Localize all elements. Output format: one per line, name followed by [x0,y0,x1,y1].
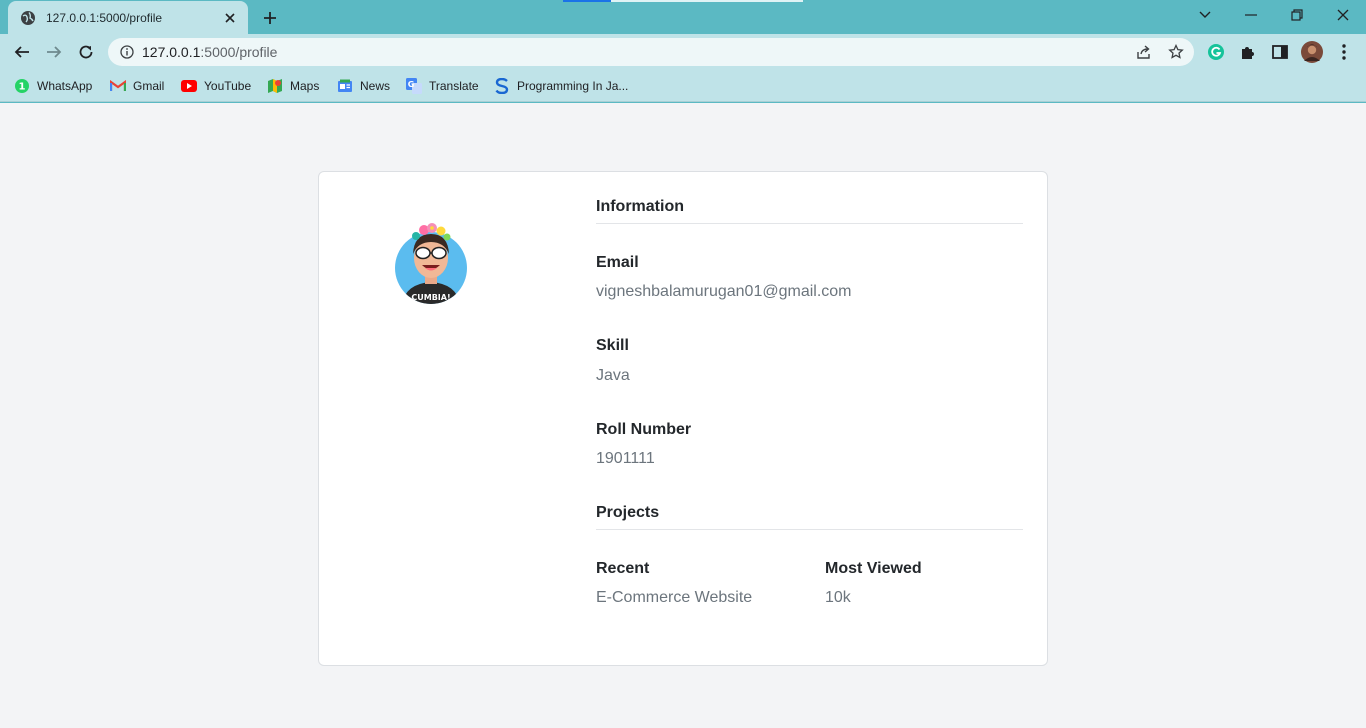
reload-icon [79,45,93,59]
site-info-icon[interactable] [120,45,134,59]
minimize-button[interactable] [1239,4,1263,26]
share-icon [1137,45,1150,59]
tab-strip: 127.0.0.1:5000/profile [0,0,1366,34]
plus-icon [264,12,276,24]
skill-label: Skill [596,337,629,354]
recent-value: E-Commerce Website [596,589,753,606]
side-panel-icon [1272,45,1288,59]
kebab-menu-icon [1342,44,1346,60]
star-icon [1168,44,1184,59]
bookmark-news[interactable]: News [337,76,390,96]
bookmark-programming[interactable]: Programming In Ja... [494,76,628,96]
email-value: vigneshbalamurugan01@gmail.com [596,283,852,300]
extensions-button[interactable] [1236,40,1260,64]
profile-card: CUMBIA! Information Email vigneshbalamur… [318,171,1048,666]
bookmark-gmail[interactable]: Gmail [110,76,164,96]
bookmark-star-button[interactable] [1164,40,1188,64]
most-viewed-value: 10k [825,589,851,606]
translate-icon: G [406,78,422,94]
puzzle-icon [1242,47,1254,59]
tab-search-button[interactable] [1193,4,1217,26]
bookmark-maps[interactable]: Maps [267,76,319,96]
browser-menu-button[interactable] [1332,40,1356,64]
information-divider [596,223,1023,224]
profile-picture-icon: CUMBIA! [395,223,467,304]
youtube-icon [181,78,197,94]
bookmark-whatsapp[interactable]: 1 WhatsApp [14,76,92,96]
whatsapp-icon: 1 [14,78,30,94]
back-button[interactable] [10,40,34,64]
forward-button[interactable] [42,40,66,64]
restore-button[interactable] [1285,4,1309,26]
browser-tab-active[interactable]: 127.0.0.1:5000/profile [8,1,248,34]
new-tab-button[interactable] [258,6,282,30]
bookmarks-bar: 1 WhatsApp Gmail YouTube Maps News G Tra… [0,70,1366,102]
close-icon[interactable] [222,10,238,26]
projects-heading: Projects [596,504,660,521]
side-panel-button[interactable] [1268,40,1292,64]
svg-text:G: G [408,80,415,89]
minimize-icon [1245,14,1257,16]
arrow-right-icon [47,46,62,58]
roll-number-value: 1901111 [596,450,655,467]
avatar [1301,41,1323,63]
grammarly-extension-button[interactable] [1204,40,1228,64]
close-icon [1337,9,1349,21]
bookmark-translate[interactable]: G Translate [406,76,479,96]
restore-icon [1291,9,1303,21]
avatar: CUMBIA! [394,220,468,306]
information-heading: Information [596,198,684,215]
svg-text:CUMBIA!: CUMBIA! [411,293,450,302]
gmail-icon [110,78,126,94]
share-button[interactable] [1132,40,1156,64]
tab-title: 127.0.0.1:5000/profile [46,10,163,25]
svg-text:1: 1 [19,82,26,93]
url-text[interactable]: 127.0.0.1:5000/profile [142,44,277,60]
most-viewed-label: Most Viewed [825,560,922,577]
news-icon [337,78,353,94]
maps-icon [267,78,283,94]
profile-avatar-button[interactable] [1300,40,1324,64]
bookmark-youtube[interactable]: YouTube [181,76,251,96]
browser-toolbar: 127.0.0.1:5000/profile [0,34,1366,70]
arrow-left-icon [14,46,29,58]
roll-number-label: Roll Number [596,421,692,438]
reload-button[interactable] [74,40,98,64]
chevron-down-icon [1199,11,1211,18]
bookmark-s-icon [494,78,510,94]
recent-label: Recent [596,560,650,577]
skill-value: Java [596,367,630,384]
browser-chrome: 127.0.0.1:5000/profile 127.0.0.1:5000/pr… [0,0,1366,103]
email-label: Email [596,254,639,271]
grammarly-icon [1208,44,1224,60]
globe-icon [20,10,36,26]
address-bar[interactable]: 127.0.0.1:5000/profile [108,38,1194,66]
loading-strip [563,0,803,2]
close-window-button[interactable] [1331,4,1355,26]
projects-divider [596,529,1023,530]
